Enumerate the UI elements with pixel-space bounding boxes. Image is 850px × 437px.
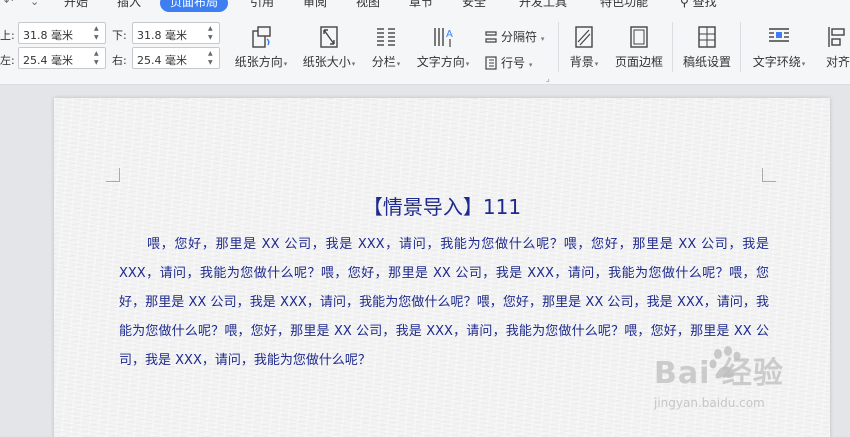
spin-up-icon[interactable]: ▲	[94, 26, 102, 32]
tab-chapter[interactable]: 章节	[409, 0, 433, 12]
undo-icon[interactable]: ↶	[4, 0, 13, 8]
tab-home[interactable]: 开始	[64, 0, 88, 12]
spin-down-icon[interactable]: ▼	[208, 35, 216, 41]
separator-icon	[485, 31, 497, 43]
margin-corner-marker	[762, 168, 776, 182]
line-number-icon	[485, 56, 497, 70]
tab-references[interactable]: 引用	[250, 0, 274, 12]
chevron-down-icon: ▾	[528, 61, 533, 69]
spin-up-icon[interactable]: ▲	[208, 51, 216, 57]
chevron-down-icon: ▾	[283, 60, 288, 68]
text-direction-icon: A	[434, 28, 453, 47]
quick-access-dropdown-icon[interactable]: ⌄	[30, 0, 39, 8]
chevron-down-icon: ▾	[801, 60, 806, 68]
ribbon-divider	[740, 22, 741, 72]
ribbon-toolbar: 上: 31.8 毫米 ▲ ▼ 下: 31.8 毫米 ▲ ▼ 左: 25.4 毫米…	[0, 12, 850, 85]
paper-size-icon	[320, 26, 338, 48]
tab-insert[interactable]: 插入	[117, 0, 141, 12]
text-wrap-button[interactable]: 文字环绕▾	[748, 24, 810, 70]
spin-up-icon[interactable]: ▲	[94, 51, 102, 57]
background-button[interactable]: 背景▾	[564, 24, 604, 70]
spin-down-icon[interactable]: ▼	[94, 60, 102, 66]
text-direction-button[interactable]: A 文字方向▾	[414, 24, 472, 70]
tab-review[interactable]: 审阅	[303, 0, 327, 12]
orientation-button[interactable]: 纸张方向▾	[232, 24, 290, 70]
search-icon: ⚲	[680, 0, 689, 9]
columns-icon	[377, 28, 395, 46]
chevron-down-icon: ▾	[540, 35, 545, 43]
ribbon-tab-bar: ↶ ⌄ 开始 插入 页面布局 引用 审阅 视图 章节 安全 开发工具 特色功能 …	[0, 0, 850, 12]
watermark-url: jingyan.baidu.com	[654, 396, 765, 410]
text-wrap-icon	[769, 28, 789, 42]
ribbon-divider	[672, 22, 673, 72]
align-button[interactable]: 对齐	[818, 24, 850, 70]
margin-right-input[interactable]: 25.4 毫米 ▲ ▼	[132, 47, 220, 69]
chevron-down-icon: ▾	[396, 60, 401, 68]
align-icon	[828, 27, 845, 47]
margin-top-input[interactable]: 31.8 毫米 ▲ ▼	[18, 22, 106, 44]
spin-down-icon[interactable]: ▼	[94, 35, 102, 41]
separator-button[interactable]: 分隔符 ▾	[484, 28, 544, 45]
spin-up-icon[interactable]: ▲	[208, 26, 216, 32]
spin-down-icon[interactable]: ▼	[208, 60, 216, 66]
manuscript-settings-button[interactable]: 稿纸设置	[680, 24, 734, 70]
document-canvas[interactable]: 【情景导入】111 喂，您好，那里是 XX 公司，我是 XXX，请问，我能为您做…	[0, 86, 850, 437]
dialog-launcher-icon[interactable]: ⌟	[546, 74, 550, 83]
page-border-button[interactable]: 页面边框	[612, 24, 666, 70]
tab-special-features[interactable]: 特色功能	[600, 0, 648, 12]
baidu-jingyan-watermark: Bai 经验 jingyan.baidu.com	[648, 340, 848, 430]
paper-size-button[interactable]: 纸张大小▾	[300, 24, 358, 70]
ribbon-divider	[558, 22, 559, 72]
margin-corner-marker	[106, 168, 120, 182]
tab-developer[interactable]: 开发工具	[519, 0, 567, 12]
chevron-down-icon: ▾	[594, 60, 599, 68]
margin-bottom-input[interactable]: 31.8 毫米 ▲ ▼	[132, 22, 220, 44]
page-border-icon	[630, 26, 648, 48]
page-orientation-icon	[252, 26, 271, 48]
page-background-icon	[575, 26, 593, 48]
manuscript-grid-icon	[698, 26, 716, 48]
line-number-button[interactable]: 行号 ▾	[484, 54, 532, 71]
chevron-down-icon: ▾	[465, 60, 470, 68]
svg-text:A: A	[446, 29, 453, 40]
tab-view[interactable]: 视图	[356, 0, 380, 12]
tab-security[interactable]: 安全	[462, 0, 486, 12]
tab-page-layout[interactable]: 页面布局	[160, 0, 229, 12]
columns-button[interactable]: 分栏▾	[366, 24, 406, 70]
search-button[interactable]: ⚲ 查找	[680, 0, 717, 12]
margin-left-input[interactable]: 25.4 毫米 ▲ ▼	[18, 47, 106, 69]
document-heading[interactable]: 【情景导入】111	[54, 191, 830, 220]
paw-print-icon	[709, 346, 741, 379]
chevron-down-icon: ▾	[351, 60, 356, 68]
